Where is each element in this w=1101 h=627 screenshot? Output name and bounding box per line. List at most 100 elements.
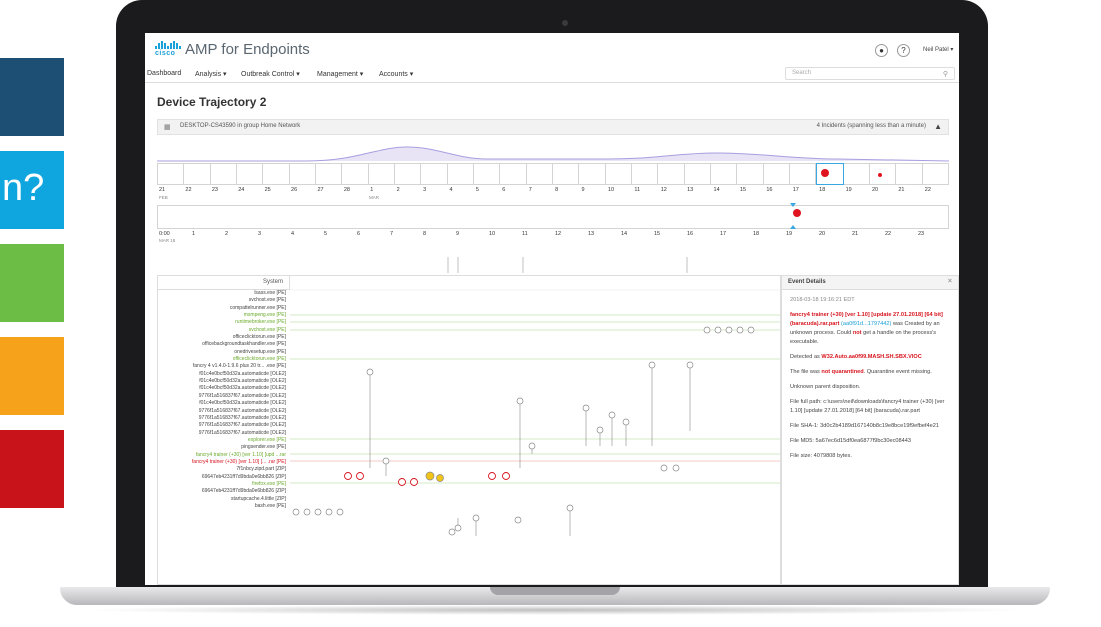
range-marker-top[interactable]	[790, 203, 796, 207]
process-row[interactable]: 9776f1a516837f67.automaticde [OLE2]	[158, 430, 290, 437]
cisco-logo[interactable]: cisco	[155, 41, 181, 59]
nav-management[interactable]: Management ▾	[317, 70, 363, 78]
day-cell[interactable]	[763, 163, 790, 185]
process-row[interactable]: f01c4e0bcf50d32a.automaticde [OLE2]	[158, 371, 290, 378]
day-label: 24	[238, 187, 245, 193]
day-cell[interactable]	[631, 163, 659, 185]
event-hash-link[interactable]: (aa0f91d...1797442)	[841, 321, 891, 327]
day-cell[interactable]	[526, 163, 553, 185]
day-cell[interactable]	[394, 163, 422, 185]
process-row[interactable]: explorer.exe [PE]	[158, 437, 290, 444]
device-label[interactable]: DESKTOP-CS43590 in group Home Network	[180, 123, 300, 129]
day-cell[interactable]	[263, 163, 290, 185]
process-row[interactable]: startupcache.4.little [ZIP]	[158, 496, 290, 503]
day-cell[interactable]	[552, 163, 580, 185]
process-row[interactable]: 7f1nbcy.zipd.part [ZIP]	[158, 466, 290, 473]
process-row[interactable]: fancry 4 v1.4.0-1.9.6 plus 20 tr... .exe…	[158, 363, 290, 370]
hour-date-label: MAR 18	[159, 238, 176, 243]
process-row[interactable]: fancry4 trainer (+30) [ver 1.10] [... .r…	[158, 459, 290, 466]
process-row[interactable]: bash.exe [PE]	[158, 503, 290, 510]
event-disposition: Unknown parent disposition.	[790, 384, 861, 390]
day-cell[interactable]	[869, 163, 897, 185]
process-row[interactable]: officeclicktorun.exe [PE]	[158, 356, 290, 363]
camera-icon	[562, 20, 568, 26]
process-row[interactable]: 69647eb4231ff7d9bda0e6bb826 [ZIP]	[158, 474, 290, 481]
hour-label: 10	[489, 231, 496, 237]
process-row[interactable]: compattelrunner.exe [PE]	[158, 305, 290, 312]
hour-label: 15	[654, 231, 661, 237]
system-header: System	[158, 276, 290, 290]
day-cell[interactable]	[789, 163, 817, 185]
process-row[interactable]: firefox.exe [PE]	[158, 481, 290, 488]
hour-label: 16	[687, 231, 694, 237]
detected-prefix: Detected as	[790, 354, 820, 360]
search-icon[interactable]: ⚲	[943, 70, 948, 78]
day-cell[interactable]	[368, 163, 395, 185]
day-cell[interactable]	[236, 163, 264, 185]
day-cell[interactable]	[447, 163, 474, 185]
nav-accounts[interactable]: Accounts ▾	[379, 70, 413, 78]
day-label: 22	[924, 187, 931, 193]
process-row[interactable]: officeclicktorun.exe [PE]	[158, 334, 290, 341]
day-cell[interactable]	[289, 163, 316, 185]
day-cell[interactable]	[922, 163, 949, 185]
day-cell[interactable]	[579, 163, 606, 185]
process-row[interactable]: runtimebroker.exe [PE]	[158, 319, 290, 326]
blue-tile	[0, 58, 64, 136]
hour-label: 5	[324, 231, 328, 237]
process-row[interactable]: svchost.exe [PE]	[158, 297, 290, 304]
process-row[interactable]: 9776f1a516837f67.automaticde [OLE2]	[158, 408, 290, 415]
user-menu[interactable]: Neil Patel ▾	[923, 46, 953, 53]
day-cell[interactable]	[684, 163, 711, 185]
hour-label: 19	[786, 231, 793, 237]
day-cell[interactable]	[710, 163, 738, 185]
day-label: 6	[502, 187, 506, 193]
process-row[interactable]: 9776f1a516837f67.automaticde [OLE2]	[158, 415, 290, 422]
event-dot-small[interactable]	[878, 173, 882, 177]
day-cell[interactable]	[342, 163, 369, 185]
process-row[interactable]: 9776f1a516837f67.automaticde [OLE2]	[158, 422, 290, 429]
event-dot-day[interactable]	[821, 169, 829, 177]
month-label-feb: FEB	[159, 195, 168, 200]
day-cell[interactable]	[157, 163, 185, 185]
day-cell[interactable]	[500, 163, 527, 185]
process-row[interactable]: f01c4e0bcf50d32a.automaticde [OLE2]	[158, 400, 290, 407]
event-dot-hour[interactable]	[793, 209, 801, 217]
day-cell[interactable]	[315, 163, 343, 185]
process-row[interactable]: 69647eb4231ff7d9bda0e6bb826 [ZIP]	[158, 488, 290, 495]
range-marker-bottom[interactable]	[790, 225, 796, 229]
search-input[interactable]: Search ⚲	[785, 67, 955, 80]
download-icon[interactable]: ▲	[934, 122, 942, 131]
hour-strip[interactable]	[157, 205, 949, 229]
help-icon[interactable]: ?	[897, 44, 910, 57]
process-row[interactable]: lsass.exe [PE]	[158, 290, 290, 297]
process-row[interactable]: fancry4 trainer (+30) [ver 1.10] [upd ..…	[158, 452, 290, 459]
day-label: 9	[581, 187, 585, 193]
day-label: 22	[185, 187, 192, 193]
day-cell[interactable]	[473, 163, 501, 185]
day-cell[interactable]	[605, 163, 632, 185]
day-cell[interactable]	[658, 163, 685, 185]
close-icon[interactable]: ×	[948, 278, 952, 285]
detection-name[interactable]: W32.Auto.aa0f99.MASH.SH.SBX.VIOC	[821, 354, 921, 360]
process-row[interactable]: onedrivesetup.exe [PE]	[158, 349, 290, 356]
process-row[interactable]: f01c4e0bcf50d32a.automaticde [OLE2]	[158, 385, 290, 392]
process-row[interactable]: pingsender.exe [PE]	[158, 444, 290, 451]
nav-analysis[interactable]: Analysis ▾	[195, 70, 227, 78]
day-cell[interactable]	[421, 163, 448, 185]
bell-icon[interactable]: ●	[875, 44, 888, 57]
day-cell[interactable]	[184, 163, 211, 185]
nav-outbreak-control[interactable]: Outbreak Control ▾	[241, 70, 300, 78]
process-row[interactable]: f01c4e0bcf50d32a.automaticde [OLE2]	[158, 378, 290, 385]
day-cell[interactable]	[737, 163, 764, 185]
process-row[interactable]: officebackgroundtaskhandler.exe [PE]	[158, 341, 290, 348]
day-cell[interactable]	[843, 163, 870, 185]
event-quarantine: The file was not quarantined. Quarantine…	[790, 368, 950, 377]
day-cell[interactable]	[210, 163, 237, 185]
nav-dashboard[interactable]: Dashboard	[147, 70, 181, 77]
process-row[interactable]: msmpeng.exe [PE]	[158, 312, 290, 319]
page: n? cisco AMP for Endpoints ● ? Neil Pate…	[0, 0, 1101, 627]
day-cell[interactable]	[896, 163, 923, 185]
process-row[interactable]: 9776f1a516837f67.automaticde [OLE2]	[158, 393, 290, 400]
process-row[interactable]: svchost.exe [PE]	[158, 327, 290, 334]
